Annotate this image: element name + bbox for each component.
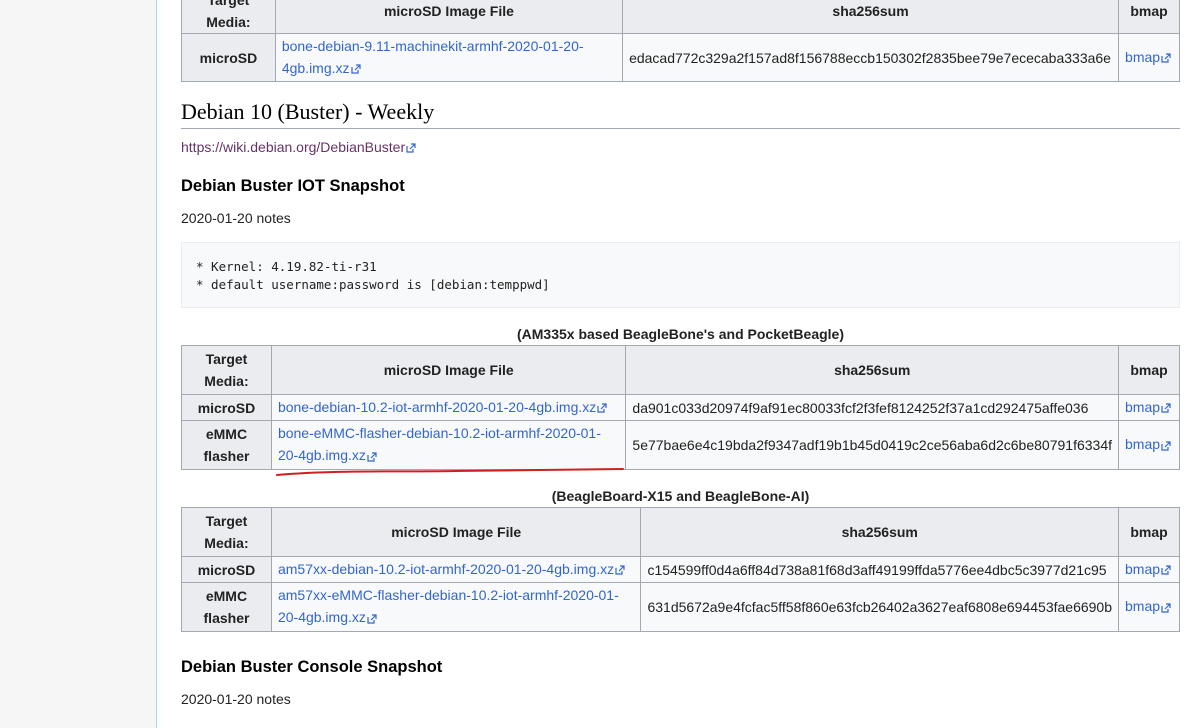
sha-cell: da901c033d20974f9af91ec80033fcf2f3fef812… xyxy=(625,394,1119,421)
media-cell: eMMC flasher xyxy=(181,582,272,632)
console-snapshot-heading: Debian Buster Console Snapshot xyxy=(181,658,443,676)
debian-wiki-link-row: https://wiki.debian.org/DebianBuster xyxy=(181,139,416,156)
external-link-icon xyxy=(1161,559,1171,581)
iot-notes: 2020-01-20 notes xyxy=(181,210,291,226)
bmap-cell: bmap xyxy=(1118,33,1180,82)
external-link-icon xyxy=(1161,435,1171,457)
image-file-cell: am57xx-debian-10.2-iot-armhf-2020-01-20-… xyxy=(270,556,642,583)
sha-cell: 631d5672a9e4fcfac5ff58f860e63fcb26402a36… xyxy=(640,582,1119,632)
image-file-cell: bone-debian-9.11-machinekit-armhf-2020-0… xyxy=(274,33,624,82)
image-file-link-text: bone-eMMC-flasher-debian-10.2-iot-armhf-… xyxy=(277,425,601,464)
image-file-link[interactable]: am57xx-debian-10.2-iot-armhf-2020-01-20-… xyxy=(278,561,625,577)
external-link-icon xyxy=(350,58,361,80)
media-cell: microSD xyxy=(181,394,272,421)
external-link-icon xyxy=(1161,397,1171,419)
kernel-line: * Kernel: 4.19.82-ti-r31 xyxy=(196,259,377,274)
table-row: eMMC flasher am57xx-eMMC-flasher-debian-… xyxy=(181,582,1180,632)
external-link-icon xyxy=(597,397,607,419)
bmap-cell: bmap xyxy=(1118,394,1180,421)
image-file-link[interactable]: bone-eMMC-flasher-debian-10.2-iot-armhf-… xyxy=(278,425,601,463)
section-heading: Debian 10 (Buster) - Weekly xyxy=(181,99,435,124)
image-file-link-text: am57xx-eMMC-flasher-debian-10.2-iot-armh… xyxy=(277,587,619,626)
debian-wiki-link[interactable]: https://wiki.debian.org/DebianBuster xyxy=(181,139,416,155)
sha-cell: edacad772c329a2f157ad8f156788eccb150302f… xyxy=(622,33,1120,82)
image-file-cell: bone-eMMC-flasher-debian-10.2-iot-armhf-… xyxy=(270,420,627,470)
image-file-link-text: bone-debian-10.2-iot-armhf-2020-01-20-4g… xyxy=(277,398,597,415)
table-row: eMMC flasher bone-eMMC-flasher-debian-10… xyxy=(181,420,1180,470)
media-cell: microSD xyxy=(181,33,276,82)
bmap-link-text: bmap xyxy=(1125,560,1161,577)
content-area: Target Media: microSD Image File sha256s… xyxy=(156,0,1195,728)
image-file-link-text: bone-debian-9.11-machinekit-armhf-2020-0… xyxy=(281,37,584,76)
external-link-icon xyxy=(1161,597,1171,619)
bmap-link[interactable]: bmap xyxy=(1125,49,1171,65)
external-link-icon xyxy=(406,140,416,156)
bmap-cell: bmap xyxy=(1118,582,1180,632)
header-target-media: Target Media: xyxy=(181,0,276,34)
external-link-icon xyxy=(615,559,625,581)
debian-wiki-link-text: https://wiki.debian.org/DebianBuster xyxy=(181,139,406,155)
iot-snapshot-heading: Debian Buster IOT Snapshot xyxy=(181,177,405,195)
media-cell: microSD xyxy=(181,556,272,583)
table-machinekit: Target Media: microSD Image File sha256s… xyxy=(181,0,1180,82)
x15-caption: (BeagleBoard-X15 and BeagleBone-AI) xyxy=(551,488,810,504)
bmap-link[interactable]: bmap xyxy=(1125,399,1171,415)
heading-divider xyxy=(181,128,1180,129)
header-sha256sum: sha256sum xyxy=(625,345,1119,395)
bmap-link[interactable]: bmap xyxy=(1125,598,1171,614)
header-bmap: bmap xyxy=(1118,345,1180,395)
bmap-link-text: bmap xyxy=(1125,398,1161,415)
header-sha256sum: sha256sum xyxy=(640,507,1119,557)
console-notes: 2020-01-20 notes xyxy=(181,691,291,707)
header-target-media: Target Media: xyxy=(181,345,272,395)
image-file-cell: am57xx-eMMC-flasher-debian-10.2-iot-armh… xyxy=(270,582,642,632)
bmap-link-text: bmap xyxy=(1125,48,1161,65)
sha-cell: 5e77bae6e4c19bda2f9347adf19b1b45d0419c2c… xyxy=(625,420,1119,470)
header-bmap: bmap xyxy=(1118,0,1180,34)
header-target-media: Target Media: xyxy=(181,507,272,557)
table-row: microSD bone-debian-9.11-machinekit-armh… xyxy=(181,33,1180,82)
bmap-link-text: bmap xyxy=(1125,598,1161,615)
external-link-icon xyxy=(367,446,377,468)
kernel-info-block: * Kernel: 4.19.82-ti-r31 * default usern… xyxy=(181,242,1180,308)
bmap-link-text: bmap xyxy=(1125,436,1161,453)
header-image-file: microSD Image File xyxy=(270,507,642,557)
header-image-file: microSD Image File xyxy=(270,345,627,395)
table-row: microSD am57xx-debian-10.2-iot-armhf-202… xyxy=(181,556,1180,583)
image-file-link[interactable]: am57xx-eMMC-flasher-debian-10.2-iot-armh… xyxy=(278,587,619,625)
bmap-cell: bmap xyxy=(1118,420,1180,470)
credentials-line: * default username:password is [debian:t… xyxy=(196,277,550,292)
image-file-link[interactable]: bone-debian-9.11-machinekit-armhf-2020-0… xyxy=(282,38,584,76)
table-am335x: Target Media: microSD Image File sha256s… xyxy=(181,345,1180,470)
image-file-cell: bone-debian-10.2-iot-armhf-2020-01-20-4g… xyxy=(270,394,627,421)
image-file-link-text: am57xx-debian-10.2-iot-armhf-2020-01-20-… xyxy=(277,560,615,577)
external-link-icon xyxy=(1161,47,1171,69)
media-cell: eMMC flasher xyxy=(181,420,272,470)
bmap-link[interactable]: bmap xyxy=(1125,436,1171,452)
header-image-file: microSD Image File xyxy=(274,0,624,34)
am335x-caption: (AM335x based BeagleBone's and PocketBea… xyxy=(517,326,844,342)
bmap-cell: bmap xyxy=(1118,556,1180,583)
table-row: microSD bone-debian-10.2-iot-armhf-2020-… xyxy=(181,394,1180,421)
bmap-link[interactable]: bmap xyxy=(1125,561,1171,577)
sha-cell: c154599ff0d4a6ff84d738a81f68d3aff49199ff… xyxy=(640,556,1119,583)
header-bmap: bmap xyxy=(1118,507,1180,557)
image-file-link[interactable]: bone-debian-10.2-iot-armhf-2020-01-20-4g… xyxy=(278,399,607,415)
header-sha256sum: sha256sum xyxy=(622,0,1120,34)
red-underline-annotation xyxy=(276,468,624,476)
external-link-icon xyxy=(367,608,377,630)
table-x15: Target Media: microSD Image File sha256s… xyxy=(181,507,1180,632)
